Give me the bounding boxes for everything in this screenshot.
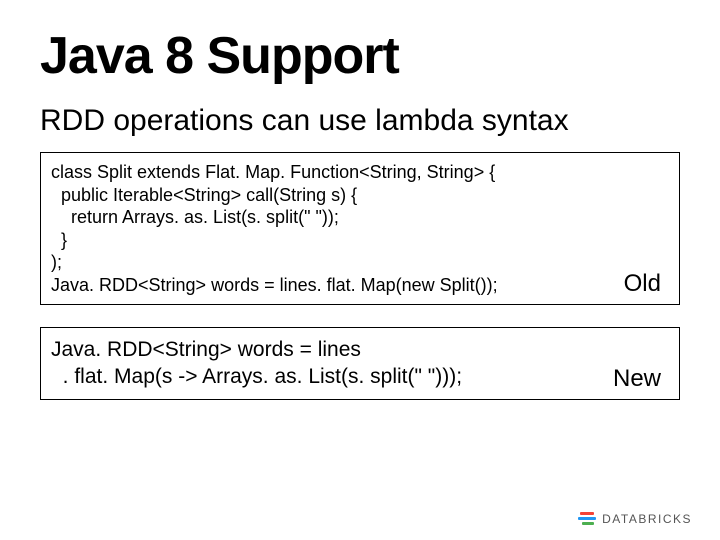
slide-subtitle: RDD operations can use lambda syntax (40, 104, 680, 138)
old-label: Old (624, 270, 661, 298)
old-code-text: class Split extends Flat. Map. Function<… (51, 161, 669, 296)
new-code-box: Java. RDD<String> words = lines . flat. … (40, 327, 680, 400)
new-label: New (613, 365, 661, 393)
new-code-text: Java. RDD<String> words = lines . flat. … (51, 336, 669, 391)
old-code-box: class Split extends Flat. Map. Function<… (40, 152, 680, 305)
slide-title: Java 8 Support (40, 26, 680, 86)
databricks-icon (578, 512, 596, 526)
footer-logo: DATABRICKS (578, 512, 692, 526)
footer-brand-text: DATABRICKS (602, 512, 692, 526)
